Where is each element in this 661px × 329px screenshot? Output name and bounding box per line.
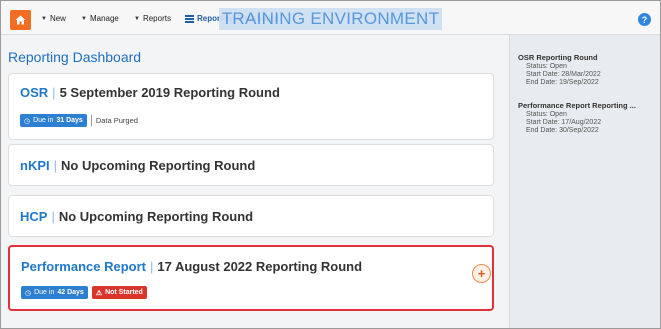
sidebar-round-title: OSR Reporting Round <box>518 53 598 62</box>
sidebar-round-end: End Date: 30/Sep/2022 <box>526 127 599 134</box>
nav-new-label: New <box>49 14 66 23</box>
alert-icon: ⚠ <box>95 289 103 297</box>
dashboard-icon <box>185 14 194 23</box>
sidebar-round-start: Start Date: 17/Aug/2022 <box>526 119 602 126</box>
data-purged-label: Data Purged <box>90 115 138 126</box>
caret-down-icon: ▼ <box>134 15 140 22</box>
card-title: OSR | 5 September 2019 Reporting Round <box>20 85 280 100</box>
divider <box>90 115 92 126</box>
add-form-button[interactable]: + <box>472 264 491 283</box>
reporting-card-hcp[interactable]: HCP | No Upcoming Reporting Round <box>8 195 494 237</box>
card-round-name: 5 September 2019 Reporting Round <box>59 85 280 100</box>
app-window: ▼ New ▼ Manage ▼ Reports Reporting Dashb… <box>0 0 661 329</box>
main-content: Reporting Dashboard OSR | 5 September 2019… <box>1 35 509 328</box>
caret-down-icon: ▼ <box>41 15 47 22</box>
card-title: Performance Report | 17 August 2022 Report… <box>21 259 362 274</box>
card-round-name: No Upcoming Reporting Round <box>58 209 254 224</box>
sidebar-round-performance-report[interactable]: Performance Report Reporting ... Status:… <box>518 101 656 134</box>
card-title: HCP | No Upcoming Reporting Round <box>20 209 253 224</box>
due-days: 42 Days <box>57 289 84 296</box>
card-round-name: No Upcoming Reporting Round <box>61 158 256 173</box>
card-program-name: HCP <box>20 209 48 224</box>
nav-manage-menu[interactable]: ▼ Manage <box>81 14 119 23</box>
nav-reports-menu[interactable]: ▼ Reports <box>134 14 171 23</box>
title-separator: | <box>51 209 55 224</box>
reporting-round-sidebar: OSR Reporting Round Status: Open Start D… <box>510 35 660 328</box>
title-separator: | <box>52 85 56 100</box>
reporting-card-nkpi[interactable]: nKPI | No Upcoming Reporting Round <box>8 144 494 186</box>
sidebar-round-start: Start Date: 28/Mar/2022 <box>526 71 601 78</box>
due-prefix: Due in <box>34 289 55 296</box>
card-badges: ◷ Due in 42 Days ⚠ Not Started <box>21 286 147 299</box>
sidebar-round-status: Status: Open <box>526 63 567 70</box>
home-icon <box>15 15 26 25</box>
data-purged-text: Data Purged <box>95 116 138 125</box>
reporting-card-performance-report[interactable]: Performance Report | 17 August 2022 Report… <box>8 245 494 311</box>
sidebar-round-end: End Date: 19/Sep/2022 <box>526 79 599 86</box>
due-badge: ◷ Due in 31 Days <box>20 114 87 127</box>
sidebar-round-osr[interactable]: OSR Reporting Round Status: Open Start D… <box>518 53 656 86</box>
page-title: Reporting Dashboard <box>8 49 142 65</box>
title-separator: | <box>53 158 58 173</box>
status-text: Not Started <box>105 289 143 296</box>
card-program-name: nKPI <box>20 158 50 173</box>
home-button[interactable] <box>10 10 31 30</box>
help-icon[interactable]: ? <box>638 13 651 26</box>
plus-icon: + <box>477 266 486 281</box>
due-badge: ◷ Due in 42 Days <box>21 286 88 299</box>
clock-icon: ◷ <box>24 117 31 125</box>
nav-new-menu[interactable]: ▼ New <box>41 14 66 23</box>
card-badges: ◷ Due in 31 Days Data Purged <box>20 114 138 127</box>
top-nav-bar: ▼ New ▼ Manage ▼ Reports Reporting Dashb… <box>1 1 660 35</box>
sidebar-round-title: Performance Report Reporting ... <box>518 101 636 110</box>
due-prefix: Due in <box>33 117 54 124</box>
due-days: 31 Days <box>56 117 83 124</box>
reporting-card-osr[interactable]: OSR | 5 September 2019 Reporting Round ◷ D… <box>8 73 494 140</box>
nav-reports-label: Reports <box>142 14 171 23</box>
card-program-name: OSR <box>20 85 49 100</box>
status-badge: ⚠ Not Started <box>91 286 147 299</box>
card-program-name: Performance Report <box>21 259 146 274</box>
training-environment-banner: TRAINING ENVIRONMENT <box>219 8 442 30</box>
title-separator: | <box>149 259 154 274</box>
card-round-name: 17 August 2022 Reporting Round <box>157 259 363 274</box>
caret-down-icon: ▼ <box>81 15 87 22</box>
card-title: nKPI | No Upcoming Reporting Round <box>20 158 255 173</box>
sidebar-round-status: Status: Open <box>526 111 567 118</box>
nav-manage-label: Manage <box>89 14 119 23</box>
clock-icon: ◷ <box>25 289 32 297</box>
